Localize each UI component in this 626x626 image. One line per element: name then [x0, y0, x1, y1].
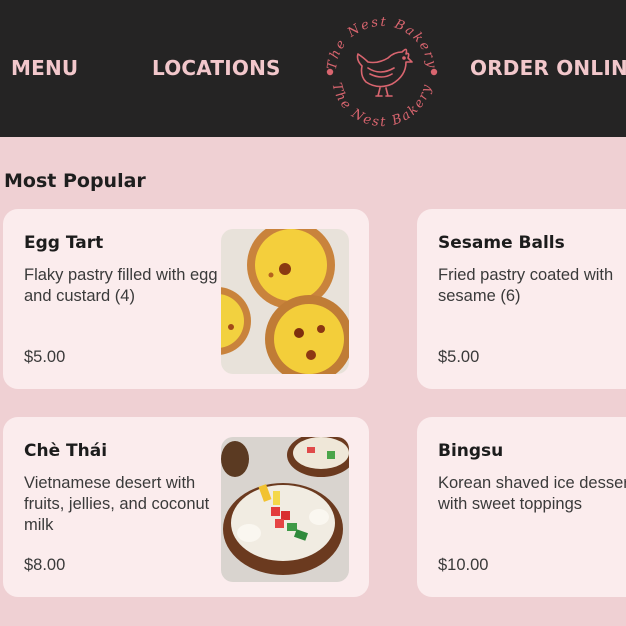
item-description: Korean shaved ice dessert with sweet top…	[438, 474, 626, 513]
item-price: $5.00	[438, 348, 480, 366]
nav-locations-link[interactable]: LOCATIONS	[152, 56, 281, 80]
bakery-logo[interactable]: The Nest Bakery The Nest Bakery	[318, 8, 446, 132]
logo-dot-right	[430, 68, 438, 76]
menu-item-card-sesame-balls[interactable]: Sesame Balls Fried pastry coated with se…	[417, 209, 626, 389]
item-name: Bingsu	[438, 441, 504, 461]
nav-order-online-link[interactable]: ORDER ONLINE	[470, 56, 626, 80]
menu-item-card-egg-tart[interactable]: Egg Tart Flaky pastry filled with egg an…	[3, 209, 369, 389]
item-price: $5.00	[24, 348, 66, 366]
hen-icon	[356, 48, 413, 97]
item-description: Fried pastry coated with sesame (6)	[438, 266, 614, 305]
logo-dot-left	[326, 68, 334, 76]
item-name: Egg Tart	[24, 233, 104, 253]
item-name: Chè Thái	[24, 441, 108, 461]
menu-item-card-che-thai[interactable]: Chè Thái Vietnamese desert with fruits, …	[3, 417, 369, 597]
che-thai-photo	[221, 437, 349, 582]
item-description: Vietnamese desert with fruits, jellies, …	[24, 474, 210, 534]
item-name: Sesame Balls	[438, 233, 565, 253]
nav-menu-link[interactable]: MENU	[11, 56, 78, 80]
item-description: Flaky pastry filled with egg and custard…	[24, 266, 218, 305]
logo-brand-top: The Nest Bakery	[325, 15, 439, 71]
egg-tarts-photo	[221, 229, 349, 374]
section-title: Most Popular	[4, 170, 146, 192]
site-header: MENU LOCATIONS The Nest Bakery The Nest …	[0, 0, 626, 137]
logo-brand-bottom: The Nest Bakery	[329, 81, 436, 130]
item-price: $10.00	[438, 556, 489, 574]
menu-item-card-bingsu[interactable]: Bingsu Korean shaved ice dessert with sw…	[417, 417, 626, 597]
item-price: $8.00	[24, 556, 66, 574]
